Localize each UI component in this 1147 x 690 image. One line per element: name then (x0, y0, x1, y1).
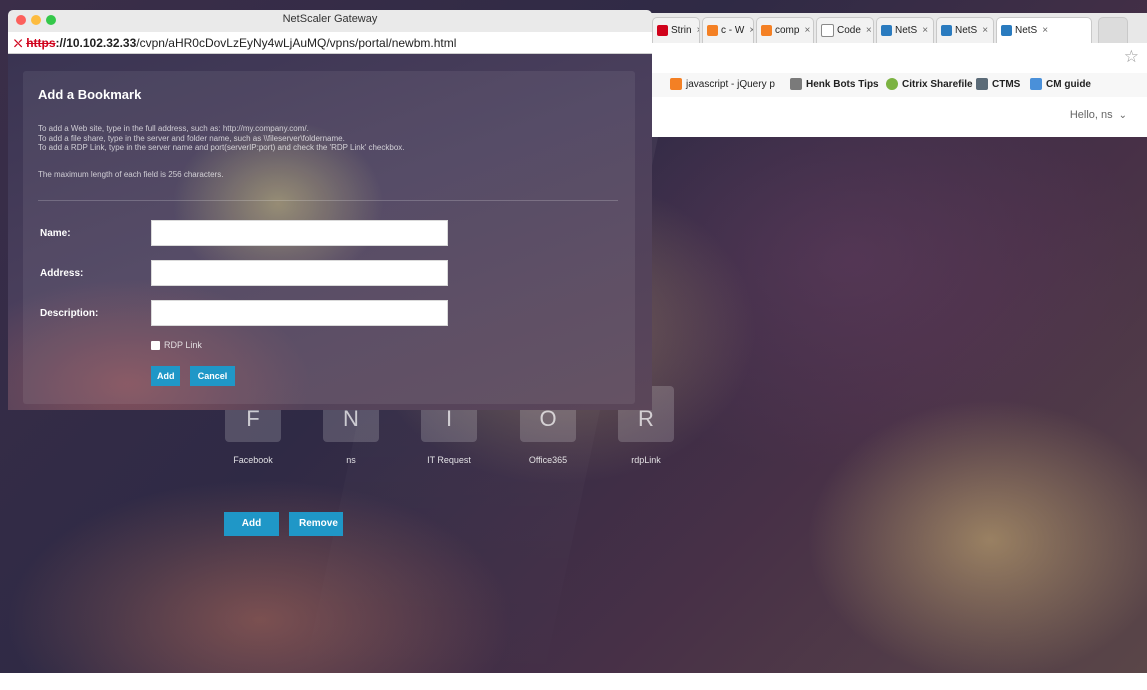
netscaler-icon (941, 25, 952, 36)
rdp-link-option[interactable]: RDP Link (151, 340, 202, 350)
tile-label-it-request: IT Request (427, 455, 471, 465)
tab-label: NetS (955, 25, 978, 36)
page-icon (790, 78, 802, 90)
browser-tab-5[interactable]: NetS × (876, 17, 934, 43)
rdp-link-checkbox[interactable] (151, 340, 160, 350)
bookmark-label: Henk Bots Tips (806, 78, 879, 90)
stackoverflow-icon (761, 25, 772, 36)
tile-label-office365: Office365 (528, 455, 568, 465)
browser-tab-2[interactable]: c - W × (702, 17, 754, 43)
bookmark-label: CTMS (992, 78, 1021, 90)
document-icon (821, 24, 834, 37)
close-icon[interactable]: × (982, 25, 988, 36)
insecure-lock-icon: ⛌ (14, 38, 23, 50)
browser-tab-1[interactable]: Strin × (652, 17, 700, 43)
bookmarks-bar: javascript - jQuery p Henk Bots Tips Cit… (650, 73, 1147, 98)
popup-url-bar[interactable]: ⛌ https://10.102.32.33/cvpn/aHR0cDovLzEyN… (8, 32, 652, 54)
dialog-title: Add a Bookmark (38, 87, 142, 102)
url-path: /cvpn/aHR0cDovLzEyNy4wLjAuMQ/vpns/portal… (136, 36, 457, 50)
tile-label-facebook: Facebook (233, 455, 273, 465)
address-label: Address: (40, 268, 84, 279)
gateway-header: Hello, ns ⌄ (650, 97, 1147, 137)
bookmark-label: javascript - jQuery p (686, 78, 775, 90)
tab-label: Code (837, 25, 861, 36)
popup-titlebar: NetScaler Gateway (8, 10, 652, 33)
folder-icon (1030, 78, 1042, 90)
browser-tab-7[interactable]: NetS × (996, 17, 1092, 43)
netscaler-icon (881, 25, 892, 36)
bookmark-henk-bots[interactable]: Henk Bots Tips (790, 78, 879, 90)
chevron-down-icon: ⌄ (1118, 110, 1127, 121)
browser-tab-3[interactable]: comp × (756, 17, 814, 43)
rdp-link-label: RDP Link (164, 340, 202, 350)
user-menu[interactable]: Hello, ns ⌄ (1070, 109, 1127, 121)
browser-tab-4[interactable]: Code × (816, 17, 874, 43)
bookmark-ctms[interactable]: CTMS (976, 78, 1020, 90)
bookmark-cm-guide[interactable]: CM guide (1030, 78, 1091, 90)
new-tab-button[interactable] (1098, 17, 1128, 43)
close-icon[interactable]: × (804, 25, 810, 36)
bookmark-label: Citrix Sharefile (902, 78, 973, 90)
dialog-help-text: To add a Web site, type in the full addr… (38, 124, 618, 153)
bookmark-jquery[interactable]: javascript - jQuery p (670, 78, 775, 90)
sharefile-icon (886, 78, 898, 90)
description-field[interactable] (151, 300, 448, 326)
tab-label: NetS (1015, 25, 1038, 36)
red-c-icon (657, 25, 668, 36)
greeting-text: Hello, ns (1069, 109, 1113, 121)
browser-tab-6[interactable]: NetS × (936, 17, 994, 43)
tile-label-ns: ns (346, 455, 356, 465)
browser-tab-strip: Strin × c - W × comp × Code × NetS × NetS × Ne… (650, 13, 1147, 43)
tab-label: NetS (895, 25, 918, 36)
portal-remove-button[interactable]: Remove (289, 512, 343, 536)
bookmark-label: CM guide (1046, 78, 1091, 90)
stackoverflow-icon (670, 78, 682, 90)
help-line-web: To add a Web site, type in the full addr… (38, 124, 309, 133)
url-scheme: https (26, 36, 56, 50)
tab-label: Strin (671, 25, 692, 36)
stackoverflow-icon (707, 25, 718, 36)
close-icon[interactable]: × (922, 25, 928, 36)
description-label: Description: (40, 308, 99, 319)
name-field[interactable] (151, 220, 448, 246)
browser-address-bar[interactable]: ☆ (650, 43, 1147, 74)
add-button[interactable]: Add (151, 366, 180, 386)
close-icon[interactable]: × (1042, 25, 1048, 36)
star-icon[interactable]: ☆ (1124, 47, 1139, 67)
name-label: Name: (40, 228, 71, 239)
tab-label: comp (775, 25, 800, 36)
window-title: NetScaler Gateway (282, 13, 378, 25)
dialog-divider (38, 200, 618, 201)
close-icon[interactable]: × (866, 25, 872, 36)
url-host: ://10.102.32.33 (55, 36, 137, 50)
max-length-note: The maximum length of each field is 256 … (38, 170, 224, 179)
cancel-button[interactable]: Cancel (190, 366, 235, 386)
bookmark-citrix-sharefile[interactable]: Citrix Sharefile (886, 78, 973, 90)
help-line-fileshare: To add a file share, type in the server … (38, 133, 345, 143)
tile-label-rdplink: rdpLink (631, 455, 661, 465)
help-line-rdp: To add a RDP Link, type in the server na… (38, 143, 405, 152)
portal-add-button[interactable]: Add (224, 512, 279, 536)
close-icon[interactable]: × (749, 25, 753, 36)
ctms-icon (976, 78, 988, 90)
tab-label: c - W (721, 25, 745, 36)
close-icon[interactable]: × (697, 25, 699, 36)
address-field[interactable] (151, 260, 448, 286)
netscaler-icon (1001, 25, 1012, 36)
